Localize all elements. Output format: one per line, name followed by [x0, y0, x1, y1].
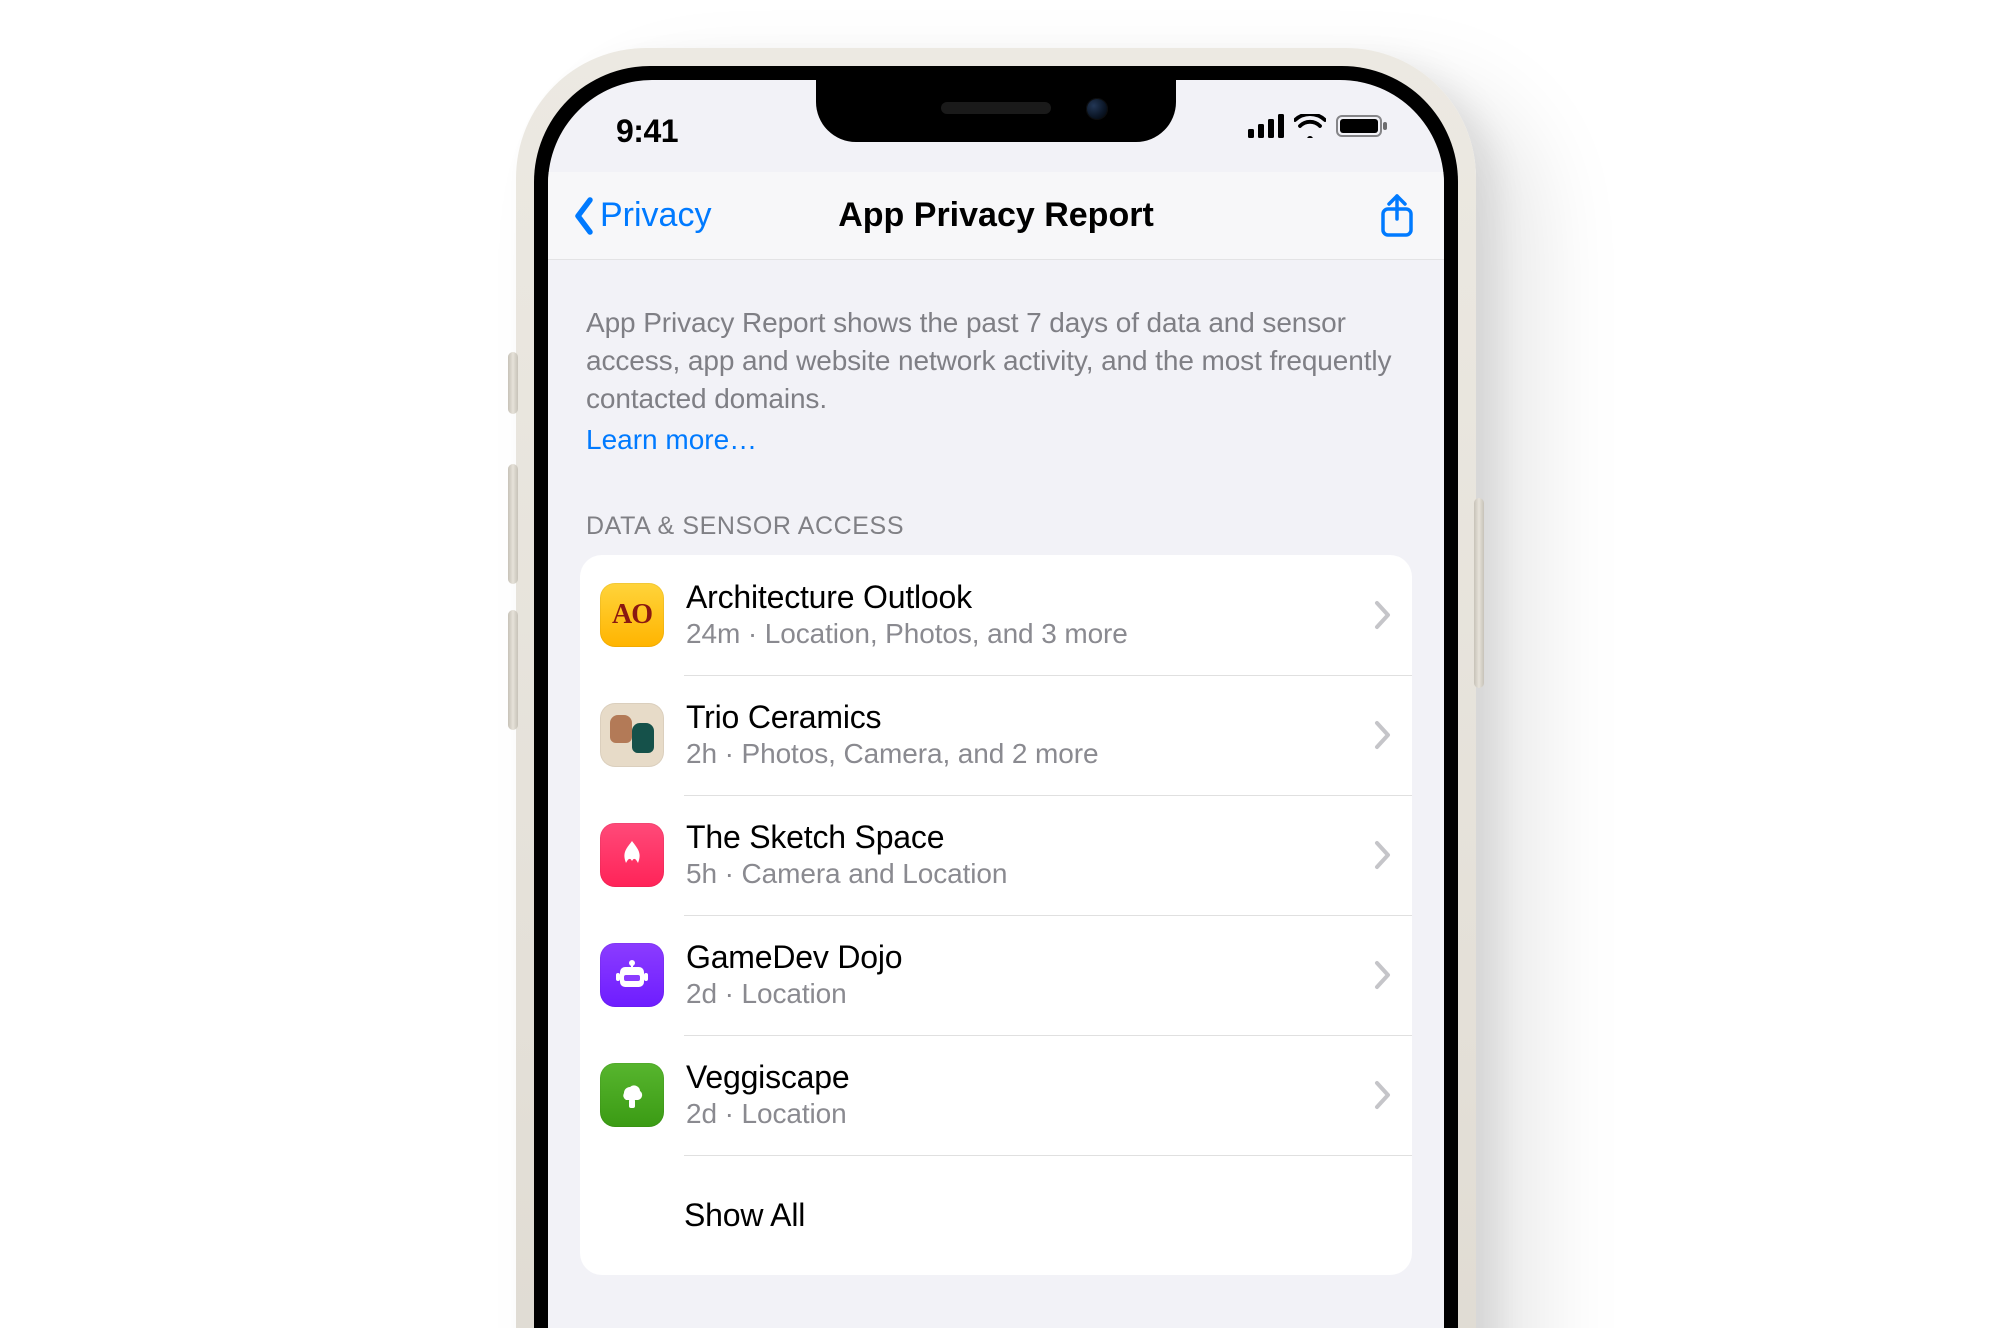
side-power-button — [1474, 498, 1484, 688]
volume-up-button — [508, 464, 518, 584]
intro-text: App Privacy Report shows the past 7 days… — [586, 304, 1406, 418]
app-detail: 24m · Location, Photos, and 3 more — [686, 616, 1366, 652]
app-row-veggiscape[interactable]: Veggiscape 2d · Location — [580, 1035, 1412, 1155]
iphone-device-frame: 9:41 — [516, 48, 1476, 1328]
silence-switch — [508, 352, 518, 414]
back-button[interactable]: Privacy — [570, 196, 711, 236]
back-label: Privacy — [600, 196, 711, 235]
chevron-right-icon — [1374, 960, 1392, 990]
chevron-right-icon — [1374, 720, 1392, 750]
app-detail: 2d · Location — [686, 976, 1366, 1012]
app-name: GameDev Dojo — [686, 938, 1366, 976]
flame-icon — [614, 837, 650, 873]
phone-screen: 9:41 — [548, 80, 1444, 1328]
status-time: 9:41 — [616, 113, 678, 150]
app-row-gamedev-dojo[interactable]: GameDev Dojo 2d · Location — [580, 915, 1412, 1035]
chevron-left-icon — [570, 196, 598, 236]
wifi-icon — [1294, 114, 1326, 138]
earpiece-speaker — [941, 102, 1051, 114]
app-row-the-sketch-space[interactable]: The Sketch Space 5h · Camera and Locatio… — [580, 795, 1412, 915]
app-name: Trio Ceramics — [686, 698, 1366, 736]
app-row-trio-ceramics[interactable]: Trio Ceramics 2h · Photos, Camera, and 2… — [580, 675, 1412, 795]
chevron-right-icon — [1374, 1080, 1392, 1110]
volume-down-button — [508, 610, 518, 730]
broccoli-icon — [614, 1077, 650, 1113]
section-header-data-sensor: DATA & SENSOR ACCESS — [580, 512, 1412, 555]
app-icon-veggiscape — [600, 1063, 664, 1127]
content-area: App Privacy Report shows the past 7 days… — [548, 260, 1444, 1275]
app-name: Veggiscape — [686, 1058, 1366, 1096]
app-detail: 5h · Camera and Location — [686, 856, 1366, 892]
intro-description: App Privacy Report shows the past 7 days… — [580, 260, 1412, 456]
battery-icon — [1336, 114, 1388, 138]
front-camera — [1086, 98, 1108, 120]
cellular-icon — [1248, 114, 1284, 138]
app-icon-the-sketch-space — [600, 823, 664, 887]
app-row-architecture-outlook[interactable]: AO Architecture Outlook 24m · Location, … — [580, 555, 1412, 675]
notch — [816, 80, 1176, 142]
data-sensor-list: AO Architecture Outlook 24m · Location, … — [580, 555, 1412, 1275]
app-icon-gamedev-dojo — [600, 943, 664, 1007]
status-indicators — [1248, 114, 1388, 138]
share-icon — [1378, 193, 1416, 239]
chevron-right-icon — [1374, 840, 1392, 870]
show-all-row[interactable]: Show All — [580, 1155, 1412, 1275]
app-detail: 2h · Photos, Camera, and 2 more — [686, 736, 1366, 772]
app-detail: 2d · Location — [686, 1096, 1366, 1132]
show-all-label: Show All — [684, 1196, 805, 1234]
navigation-bar: Privacy App Privacy Report — [548, 172, 1444, 260]
app-name: The Sketch Space — [686, 818, 1366, 856]
chevron-right-icon — [1374, 600, 1392, 630]
app-name: Architecture Outlook — [686, 578, 1366, 616]
app-icon-architecture-outlook: AO — [600, 583, 664, 647]
robot-icon — [612, 955, 652, 995]
phone-bezel: 9:41 — [534, 66, 1458, 1328]
learn-more-link[interactable]: Learn more… — [586, 424, 757, 456]
share-button[interactable] — [1372, 187, 1422, 245]
app-icon-trio-ceramics — [600, 703, 664, 767]
